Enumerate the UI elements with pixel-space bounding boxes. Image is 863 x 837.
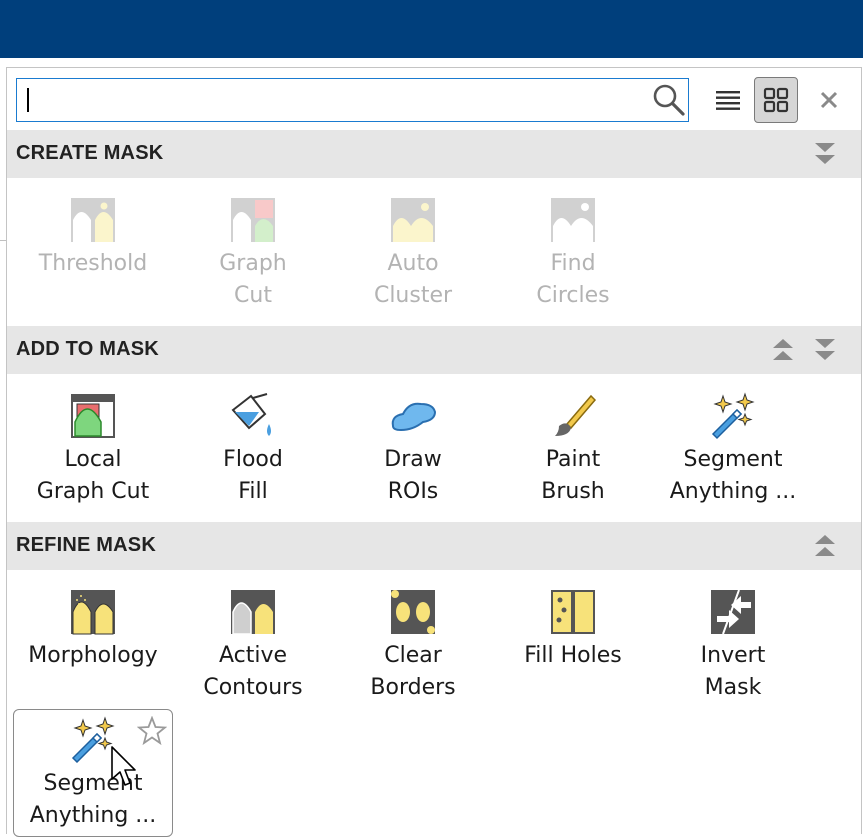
section-header-add-to-mask[interactable]: ADD TO MASK	[7, 326, 861, 374]
tool-label: Fill Holes	[524, 643, 622, 668]
tool-label: Local Graph Cut	[36, 447, 150, 504]
star-icon[interactable]	[137, 716, 167, 746]
auto-cluster-icon	[391, 198, 435, 242]
search-input[interactable]	[16, 78, 689, 122]
tool-label: Clear Borders	[370, 643, 456, 700]
tool-label: Auto Cluster	[373, 251, 453, 308]
tool-label: Flood Fill	[223, 447, 283, 504]
tool-label: Invert Mask	[700, 643, 766, 700]
tool-label: Segment Anything ...	[669, 447, 797, 504]
graph-cut-icon	[231, 198, 275, 242]
search-field[interactable]	[31, 85, 635, 115]
section-title: CREATE MASK	[16, 142, 164, 164]
tool-label: Find Circles	[536, 251, 610, 308]
fill-holes-icon	[551, 590, 595, 634]
tool-label: Threshold	[38, 251, 148, 276]
grid-view-button[interactable]	[754, 77, 798, 123]
collapse-down-icon[interactable]	[813, 337, 837, 363]
section-header-create-mask[interactable]: CREATE MASK	[7, 130, 861, 178]
section-title: REFINE MASK	[16, 534, 156, 556]
section-title: ADD TO MASK	[16, 338, 159, 360]
tool-label: Active Contours	[203, 643, 303, 700]
mouse-cursor-icon	[111, 746, 136, 786]
grid-view-icon	[763, 87, 789, 113]
draw-rois-icon	[391, 402, 437, 432]
search-icon[interactable]	[651, 82, 687, 118]
active-contours-icon	[231, 590, 275, 635]
tool-label: Graph Cut	[219, 251, 287, 308]
tool-label: Morphology	[28, 643, 158, 668]
tool-label: Segment Anything ...	[29, 771, 157, 828]
collapse-down-icon[interactable]	[813, 141, 837, 167]
close-button[interactable]	[807, 77, 851, 123]
list-view-button[interactable]	[706, 77, 750, 123]
tool-label: Paint Brush	[541, 447, 605, 504]
paint-brush-icon	[555, 394, 597, 436]
threshold-icon	[71, 198, 115, 242]
title-bar	[0, 0, 863, 58]
invert-mask-icon	[711, 589, 755, 635]
tool-label: Draw ROIs	[384, 447, 442, 504]
text-cursor	[27, 88, 29, 112]
flood-fill-icon	[231, 393, 271, 436]
find-circles-icon	[551, 198, 595, 242]
section-header-refine-mask[interactable]: REFINE MASK	[7, 522, 861, 570]
local-graph-cut-icon	[71, 394, 115, 438]
collapse-up-icon[interactable]	[771, 337, 795, 363]
morphology-icon	[71, 590, 115, 635]
clear-borders-icon	[391, 590, 435, 634]
close-icon	[820, 91, 838, 109]
collapse-up-icon[interactable]	[813, 533, 837, 559]
list-view-icon	[716, 91, 740, 110]
segment-anything-icon	[711, 392, 755, 440]
